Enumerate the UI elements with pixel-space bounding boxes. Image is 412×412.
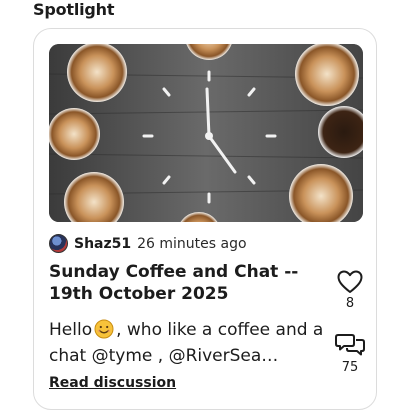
post-excerpt: Hello, who like a coffee and a chat @tym… <box>49 317 324 369</box>
speech-bubbles-icon[interactable] <box>335 332 365 358</box>
read-discussion-link[interactable]: Read discussion <box>49 375 176 391</box>
spotlight-card[interactable]: Shaz51 26 minutes ago Sunday Coffee and … <box>33 28 377 410</box>
avatar[interactable] <box>49 234 68 253</box>
smiling-face-emoji <box>94 319 114 339</box>
coffee-cups-photo <box>49 44 363 222</box>
likes-stat: 8 <box>330 270 370 311</box>
comments-stat: 75 <box>330 332 370 375</box>
post-meta: Shaz51 26 minutes ago <box>49 234 247 253</box>
comments-count: 75 <box>341 360 359 375</box>
post-time: 26 minutes ago <box>137 235 247 252</box>
section-title: Spotlight <box>33 0 115 19</box>
likes-count: 8 <box>345 296 355 311</box>
heart-icon[interactable] <box>337 270 363 294</box>
author-name[interactable]: Shaz51 <box>74 236 131 252</box>
post-image[interactable] <box>49 44 363 222</box>
post-title[interactable]: Sunday Coffee and Chat -- 19th October 2… <box>49 261 311 305</box>
excerpt-start: Hello <box>49 320 93 340</box>
